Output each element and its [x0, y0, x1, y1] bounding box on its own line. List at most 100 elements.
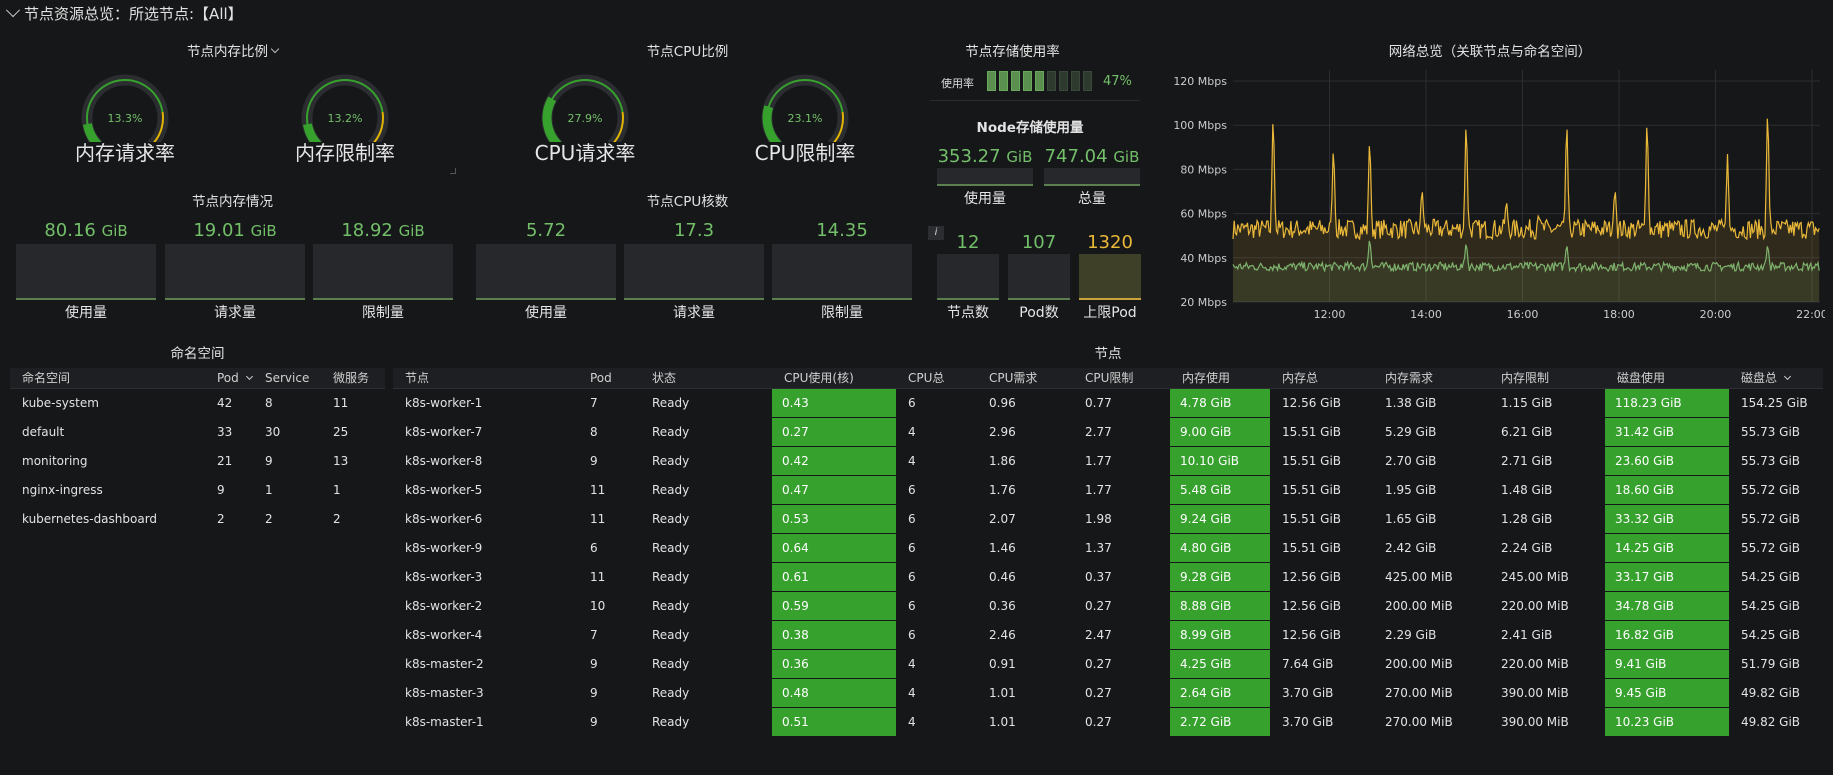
column-header[interactable]: Service — [253, 368, 321, 389]
stat-cpu-request: 17.3 — [673, 220, 715, 241]
column-header[interactable]: 磁盘总 — [1729, 368, 1823, 389]
namespace-table: 命名空间 Pod Service 微服务 kube-system 42 8 11 defaul… — [10, 368, 385, 533]
table-cell: 34.78 GiB — [1605, 590, 1729, 620]
column-header[interactable]: 命名空间 — [10, 368, 205, 389]
table-row[interactable]: monitoring 21 9 13 — [10, 446, 385, 475]
panel-title-nodes[interactable]: 节点 — [393, 342, 1823, 362]
series-line[interactable] — [1232, 118, 1820, 241]
column-header[interactable]: CPU需求 — [977, 368, 1073, 389]
column-header[interactable]: 内存使用 — [1170, 368, 1270, 389]
table-cell: 6 — [908, 540, 916, 555]
table-cell: 31.42 GiB — [1605, 416, 1729, 446]
table-cell: 11 — [590, 482, 606, 497]
table-row[interactable]: k8s-worker-5 11 Ready 0.47 6 1.76 1.77 5.48 GiB… — [393, 474, 1823, 504]
table-cell: 4.80 GiB — [1170, 532, 1270, 562]
table-cell: 55.72 GiB — [1741, 511, 1801, 526]
table-cell: 10.10 GiB — [1170, 445, 1270, 475]
table-row[interactable]: kube-system 42 8 11 — [10, 388, 385, 417]
chevron-down-icon — [1783, 373, 1792, 381]
x-tick-label: 12:00 — [1314, 308, 1346, 321]
panel-title-network[interactable]: 网络总览（关联节点与命名空间） — [1155, 40, 1825, 60]
table-cell: Ready — [652, 482, 690, 497]
table-cell: 0.53 — [772, 503, 896, 533]
column-header[interactable]: CPU使用(核) — [772, 368, 896, 389]
gauge-arc — [301, 74, 389, 149]
table-cell: 7.64 GiB — [1282, 656, 1334, 671]
y-tick-label: 60 Mbps — [1180, 208, 1227, 221]
panel-title-node-storage[interactable]: Node存储使用量 — [925, 116, 1135, 136]
table-row[interactable]: k8s-worker-7 8 Ready 0.27 4 2.96 2.77 9.00 GiB 1… — [393, 416, 1823, 446]
stat-caption: 请求量 — [673, 305, 715, 321]
table-cell: 0.61 — [772, 561, 896, 591]
column-header[interactable]: 状态 — [640, 368, 772, 389]
table-cell: 9 — [590, 685, 598, 700]
table-cell: 42 — [217, 395, 233, 410]
stat-sparkline — [1044, 168, 1140, 186]
table-row[interactable]: kubernetes-dashboard 2 2 2 — [10, 504, 385, 533]
table-row[interactable]: default 33 30 25 — [10, 417, 385, 446]
table-row[interactable]: k8s-master-1 9 Ready 0.51 4 1.01 0.27 2.72 GiB 3… — [393, 706, 1823, 736]
panel-title-cpu-ratio[interactable]: 节点CPU比例 — [465, 40, 910, 60]
table-row[interactable]: k8s-worker-8 9 Ready 0.42 4 1.86 1.77 10.10 GiB… — [393, 445, 1823, 475]
resize-handle[interactable] — [450, 168, 456, 174]
column-header[interactable]: Pod — [205, 368, 253, 389]
panel-title-namespaces[interactable]: 命名空间 — [10, 342, 385, 362]
stat-sparkline — [1079, 254, 1141, 300]
chevron-down-icon — [270, 44, 280, 53]
column-header[interactable]: 微服务 — [321, 368, 385, 389]
table-row[interactable]: k8s-worker-6 11 Ready 0.53 6 2.07 1.98 9.24 GiB… — [393, 503, 1823, 533]
column-header[interactable]: 磁盘使用 — [1605, 368, 1729, 389]
table-cell: 3.70 GiB — [1282, 685, 1334, 700]
gauge-value: 27.9% — [567, 112, 603, 125]
column-header[interactable]: 内存需求 — [1373, 368, 1489, 389]
table-row[interactable]: k8s-worker-2 10 Ready 0.59 6 0.36 0.27 8.88 GiB… — [393, 590, 1823, 620]
table-cell: 11 — [590, 511, 606, 526]
bar-gauge-cell — [1011, 71, 1020, 91]
stat-node-count: 12 — [956, 232, 980, 253]
bar-gauge-cell — [1059, 71, 1068, 91]
row-header[interactable]: 节点资源总览：所选节点:【All】 — [5, 2, 243, 24]
column-header[interactable]: Pod — [578, 368, 640, 389]
stat-sparkline — [937, 168, 1033, 186]
x-tick-label: 16:00 — [1507, 308, 1539, 321]
table-cell: 3.70 GiB — [1282, 714, 1334, 729]
column-header[interactable]: 内存限制 — [1489, 368, 1605, 389]
table-row[interactable]: nginx-ingress 9 1 1 — [10, 475, 385, 504]
table-cell: 11 — [590, 569, 606, 584]
bar-gauge-label: 使用率 — [941, 77, 974, 90]
table-cell: 4.25 GiB — [1170, 648, 1270, 678]
table-cell: k8s-master-1 — [405, 714, 484, 729]
stat-mem-limit: 18.92 GiB — [341, 220, 425, 241]
stat-caption: 使用量 — [964, 191, 1006, 207]
panel-title-cpu-cores[interactable]: 节点CPU核数 — [465, 190, 910, 210]
column-header[interactable]: 节点 — [393, 368, 578, 389]
column-header[interactable]: CPU限制 — [1073, 368, 1170, 389]
table-cell: 25 — [333, 424, 349, 439]
table-row[interactable]: k8s-master-2 9 Ready 0.36 4 0.91 0.27 4.25 GiB 7… — [393, 648, 1823, 678]
stat-caption: 限制量 — [362, 305, 404, 321]
gauge-cpu-request: 27.9% — [535, 72, 635, 149]
column-header[interactable]: 内存总 — [1270, 368, 1373, 389]
column-header[interactable]: CPU总 — [896, 368, 977, 389]
table-row[interactable]: k8s-worker-3 11 Ready 0.61 6 0.46 0.37 9.28 GiB… — [393, 561, 1823, 591]
table-cell: 33.32 GiB — [1605, 503, 1729, 533]
panel-title-mem-status[interactable]: 节点内存情况 — [10, 190, 455, 210]
table-row[interactable]: k8s-worker-1 7 Ready 0.43 6 0.96 0.77 4.78 GiB 1… — [393, 387, 1823, 417]
table-cell: Ready — [652, 540, 690, 555]
table-cell: 200.00 MiB — [1385, 598, 1453, 613]
row-title: 节点资源总览：所选节点:【All】 — [24, 4, 243, 23]
node-table: 节点 Pod 状态 CPU使用(核) CPU总 CPU需求 CPU限制 内存使用 内存总 内存需求… — [393, 368, 1823, 736]
table-row[interactable]: k8s-worker-9 6 Ready 0.64 6 1.46 1.37 4.80 GiB 1… — [393, 532, 1823, 562]
gauge-arc — [761, 74, 849, 149]
x-tick-label: 14:00 — [1410, 308, 1442, 321]
table-cell: 8 — [590, 424, 598, 439]
table-row[interactable]: k8s-worker-4 7 Ready 0.38 6 2.46 2.47 8.99 GiB 1… — [393, 619, 1823, 649]
table-row[interactable]: k8s-master-3 9 Ready 0.48 4 1.01 0.27 2.64 GiB 3… — [393, 677, 1823, 707]
panel-title-storage-usage[interactable]: 节点存储使用率 — [925, 40, 1100, 60]
table-cell: Ready — [652, 511, 690, 526]
network-line-chart[interactable]: 20 Mbps 40 Mbps 60 Mbps 80 Mbps 100 Mbps 120 … — [1155, 62, 1825, 322]
panel-title-mem-ratio[interactable]: 节点内存比例 — [10, 40, 455, 60]
table-cell: 0.42 — [772, 445, 896, 475]
gauge-label: 内存请求率 — [75, 141, 175, 165]
table-cell: 7 — [590, 627, 598, 642]
